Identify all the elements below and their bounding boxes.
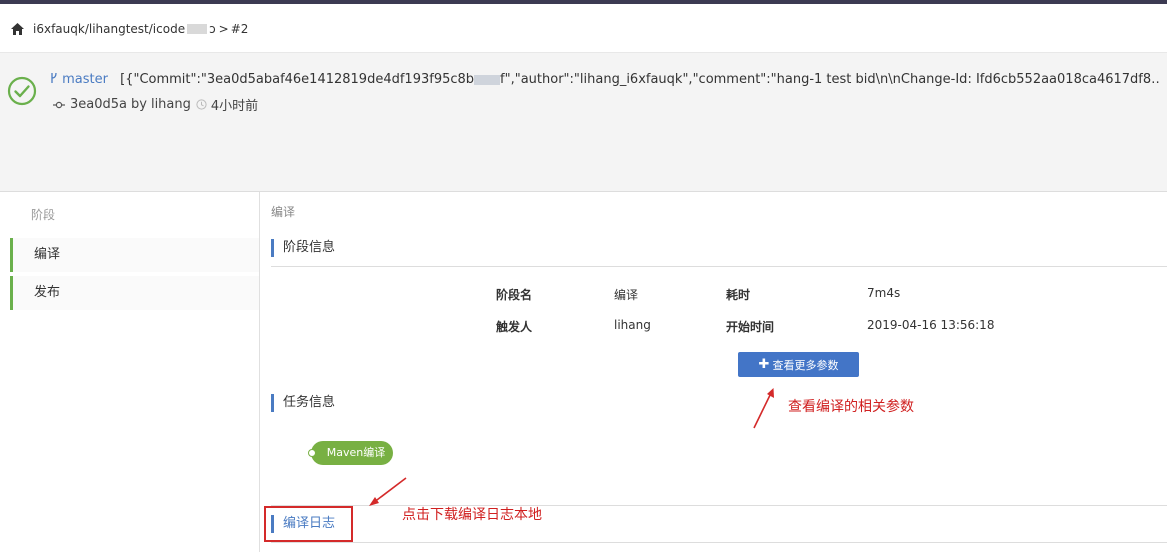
redacted-text (474, 74, 501, 85)
stage-crumb: 编译 (271, 205, 296, 219)
breadcrumb-repo-path[interactable]: i6xfauqk/lihangtest/icode (33, 22, 185, 36)
annotation-download-note: 点击下载编译日志本地 (402, 507, 542, 523)
task-connector-dot (308, 449, 316, 457)
section-divider (271, 542, 1167, 543)
sidebar-item-publish[interactable]: 发布 (10, 276, 259, 310)
commit-time-ago: 4小时前 (210, 99, 259, 114)
value-trigger-user: lihang (614, 318, 651, 332)
annotation-params-note: 查看编译的相关参数 (788, 399, 914, 415)
label-start-time: 开始时间 (726, 320, 775, 334)
label-trigger-user: 触发人 (496, 320, 533, 334)
task-maven-compile[interactable]: Maven编译 (308, 441, 393, 465)
branch-icon (51, 72, 57, 83)
commit-hash[interactable]: 3ea0d5a (70, 97, 127, 112)
breadcrumb-separator: > (218, 22, 229, 36)
commit-meta: 3ea0d5a by lihang 4小时前 (53, 95, 258, 114)
sidebar-heading: 阶段 (31, 208, 56, 222)
redacted-text (187, 24, 208, 34)
commit-author: lihang (150, 97, 191, 112)
build-summary: master [{"Commit":"3ea0d5abaf46e1412819d… (0, 53, 1167, 192)
task-label: Maven编译 (326, 446, 386, 459)
commit-icon (53, 101, 65, 108)
view-more-params-label: 查看更多参数 (772, 358, 839, 372)
section-title-task-info: 任务信息 (271, 394, 335, 412)
label-duration: 耗时 (726, 288, 751, 302)
clock-icon (196, 99, 207, 110)
label-stage-name: 阶段名 (496, 288, 533, 302)
value-stage-name: 编译 (614, 288, 639, 302)
section-title-stage-info: 阶段信息 (271, 239, 335, 257)
sidebar-item-compile[interactable]: 编译 (10, 238, 259, 272)
stage-detail: 编译 阶段信息 阶段名 编译 耗时 7m4s 触发人 lihang 开始时间 2… (261, 192, 1167, 552)
branch-link[interactable]: master (50, 72, 112, 87)
top-accent-bar (0, 0, 1167, 4)
plus-icon: ✚ (758, 357, 770, 372)
breadcrumb-build-number: #2 (230, 22, 249, 36)
branch-name: master (62, 72, 108, 87)
stage-sidebar: 阶段 编译 发布 (0, 192, 260, 552)
section-divider (271, 266, 1167, 267)
commit-message-start: [{"Commit":"3ea0d5abaf46e1412819de4df193… (120, 72, 475, 87)
commit-message-end: f","author":"lihang_i6xfauqk","comment":… (500, 72, 1160, 87)
breadcrumb: i6xfauqk/lihangtest/icode ɔ > #2 (11, 21, 248, 37)
view-more-params-button[interactable]: ✚ 查看更多参数 (738, 352, 859, 377)
home-icon[interactable] (11, 23, 24, 35)
annotation-arrow-params (753, 388, 774, 429)
by-label: by (131, 97, 147, 112)
value-start-time: 2019-04-16 13:56:18 (867, 318, 995, 332)
value-duration: 7m4s (867, 286, 901, 300)
commit-message-line: master [{"Commit":"3ea0d5abaf46e1412819d… (50, 72, 1160, 87)
success-check-icon (7, 76, 37, 106)
compile-log-download-link[interactable]: 编译日志 (271, 515, 335, 533)
breadcrumb-repo-suffix: ɔ (209, 22, 216, 36)
